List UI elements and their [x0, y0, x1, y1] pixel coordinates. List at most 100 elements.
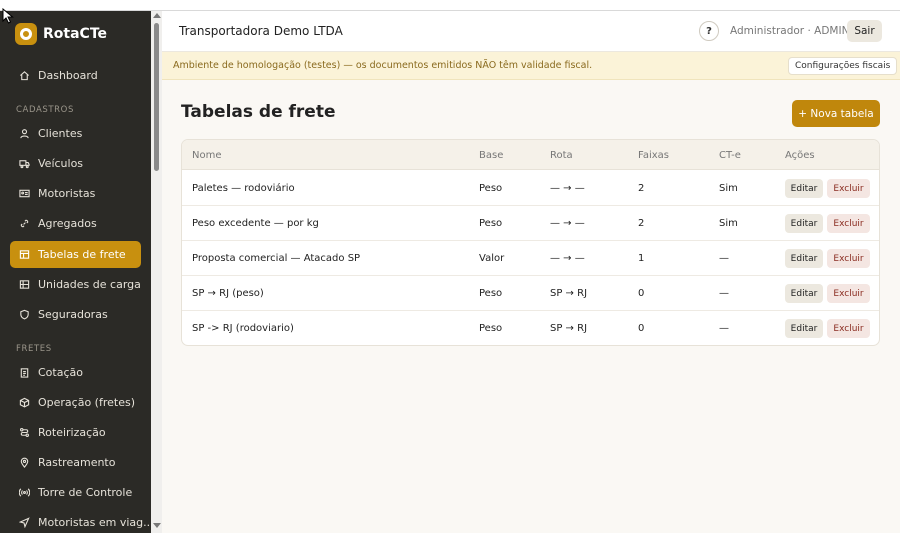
- sidebar-item-label: Clientes: [38, 127, 83, 140]
- cell-nome: Proposta comercial — Atacado SP: [192, 253, 361, 264]
- column-header-acoes: Ações: [785, 150, 815, 161]
- edit-button[interactable]: Editar: [785, 284, 823, 303]
- cell-base: Peso: [479, 183, 503, 194]
- sidebar-item-cotacao[interactable]: Cotação: [10, 359, 141, 386]
- fiscal-settings-button[interactable]: Configurações fiscais: [788, 57, 898, 75]
- scroll-up-icon[interactable]: [153, 13, 161, 18]
- edit-button[interactable]: Editar: [785, 179, 823, 198]
- route-icon: [20, 428, 29, 437]
- cell-base: Valor: [479, 253, 505, 264]
- sidebar-scrollbar[interactable]: [151, 11, 162, 533]
- link-icon: [20, 219, 29, 228]
- mouse-cursor-icon: [2, 8, 14, 24]
- sidebar-item-veiculos[interactable]: Veículos: [10, 150, 141, 177]
- cell-cte: —: [719, 323, 729, 334]
- cell-nome: Peso excedente — por kg: [192, 218, 319, 229]
- help-button[interactable]: ?: [699, 21, 719, 41]
- sidebar-item-torre-de-controle[interactable]: Torre de Controle: [10, 479, 141, 506]
- sidebar-item-rastreamento[interactable]: Rastreamento: [10, 449, 141, 476]
- column-header-nome: Nome: [192, 150, 222, 161]
- sidebar-item-label: Veículos: [38, 157, 84, 170]
- home-icon: [20, 71, 29, 81]
- section-cadastros: CADASTROS: [16, 105, 74, 115]
- sidebar-item-unidades-de-carga[interactable]: Unidades de carga: [10, 271, 141, 298]
- freight-tables-table: Nome Base Rota Faixas CT-e Ações Paletes…: [181, 139, 880, 346]
- column-header-rota: Rota: [550, 150, 573, 161]
- map-pin-icon: [20, 457, 29, 468]
- scroll-down-icon[interactable]: [153, 523, 161, 528]
- delete-button[interactable]: Excluir: [827, 319, 870, 338]
- id-card-icon: [19, 189, 30, 198]
- cell-faixas: 2: [638, 183, 645, 194]
- sidebar-item-label: Motoristas em viag...: [38, 516, 151, 529]
- delete-button[interactable]: Excluir: [827, 179, 870, 198]
- sidebar-item-label: Rastreamento: [38, 456, 116, 469]
- column-header-cte: CT-e: [719, 150, 741, 161]
- company-name: Transportadora Demo LTDA: [179, 24, 343, 38]
- sidebar-item-roteirizacao[interactable]: Roteirização: [10, 419, 141, 446]
- sidebar-item-tabelas-de-frete[interactable]: Tabelas de frete: [10, 241, 141, 268]
- table-row[interactable]: Paletes — rodoviário Peso — → — 2 Sim Ed…: [182, 171, 879, 206]
- cell-faixas: 2: [638, 218, 645, 229]
- sidebar-item-motoristas[interactable]: Motoristas: [10, 180, 141, 207]
- table-row[interactable]: Peso excedente — por kg Peso — → — 2 Sim…: [182, 206, 879, 241]
- sidebar-item-dashboard[interactable]: Dashboard: [10, 62, 141, 89]
- brand[interactable]: RotaCTe: [15, 23, 107, 45]
- sidebar-item-label: Dashboard: [38, 69, 98, 82]
- cell-cte: —: [719, 253, 729, 264]
- cell-cte: Sim: [719, 183, 738, 194]
- container-icon: [19, 280, 30, 289]
- cell-nome: Paletes — rodoviário: [192, 183, 295, 194]
- edit-button[interactable]: Editar: [785, 249, 823, 268]
- shield-icon: [20, 309, 29, 320]
- brand-name: RotaCTe: [43, 26, 107, 42]
- column-header-base: Base: [479, 150, 504, 161]
- window-top-bar: [0, 0, 900, 11]
- new-table-button[interactable]: + Nova tabela: [792, 100, 880, 127]
- broadcast-icon: [19, 488, 30, 497]
- truck-icon: [19, 160, 30, 169]
- sidebar-item-label: Cotação: [38, 366, 83, 379]
- logout-button[interactable]: Sair: [847, 20, 882, 42]
- section-fretes: FRETES: [16, 344, 52, 354]
- sidebar-item-clientes[interactable]: Clientes: [10, 120, 141, 147]
- sidebar-item-agregados[interactable]: Agregados: [10, 210, 141, 237]
- cell-rota: SP → RJ: [550, 323, 588, 334]
- environment-banner: Ambiente de homologação (testes) — os do…: [162, 52, 900, 80]
- cell-base: Peso: [479, 218, 503, 229]
- sidebar-item-label: Tabelas de frete: [38, 248, 126, 261]
- user-info: Administrador · ADMIN: [730, 25, 850, 37]
- delete-button[interactable]: Excluir: [827, 214, 870, 233]
- cell-faixas: 0: [638, 288, 645, 299]
- page-title: Tabelas de frete: [181, 102, 336, 122]
- table-row[interactable]: Proposta comercial — Atacado SP Valor — …: [182, 241, 879, 276]
- edit-button[interactable]: Editar: [785, 319, 823, 338]
- table-row[interactable]: SP → RJ (peso) Peso SP → RJ 0 — Editar E…: [182, 276, 879, 311]
- sidebar-item-label: Roteirização: [38, 426, 106, 439]
- brand-logo-icon: [15, 23, 37, 45]
- cell-faixas: 0: [638, 323, 645, 334]
- cell-rota: — → —: [550, 218, 585, 229]
- box-icon: [19, 397, 30, 408]
- table-icon: [19, 250, 30, 259]
- edit-button[interactable]: Editar: [785, 214, 823, 233]
- scrollbar-thumb[interactable]: [154, 23, 159, 171]
- sidebar-item-seguradoras[interactable]: Seguradoras: [10, 301, 141, 328]
- table-header: Nome Base Rota Faixas CT-e Ações: [182, 140, 879, 170]
- cell-cte: —: [719, 288, 729, 299]
- cell-nome: SP → RJ (peso): [192, 288, 264, 299]
- cell-faixas: 1: [638, 253, 645, 264]
- sidebar-item-label: Seguradoras: [38, 308, 108, 321]
- table-row[interactable]: SP -> RJ (rodoviario) Peso SP → RJ 0 — E…: [182, 311, 879, 345]
- sidebar-item-operacao[interactable]: Operação (fretes): [10, 389, 141, 416]
- cell-rota: — → —: [550, 253, 585, 264]
- sidebar-item-label: Agregados: [38, 217, 97, 230]
- delete-button[interactable]: Excluir: [827, 284, 870, 303]
- sidebar-item-motoristas-em-viagem[interactable]: Motoristas em viag...: [10, 509, 151, 533]
- sidebar-item-label: Torre de Controle: [38, 486, 133, 499]
- clipboard-icon: [20, 368, 29, 378]
- top-header: Transportadora Demo LTDA ? Administrador…: [162, 11, 900, 52]
- cell-rota: SP → RJ: [550, 288, 588, 299]
- delete-button[interactable]: Excluir: [827, 249, 870, 268]
- navigation-icon: [19, 517, 30, 528]
